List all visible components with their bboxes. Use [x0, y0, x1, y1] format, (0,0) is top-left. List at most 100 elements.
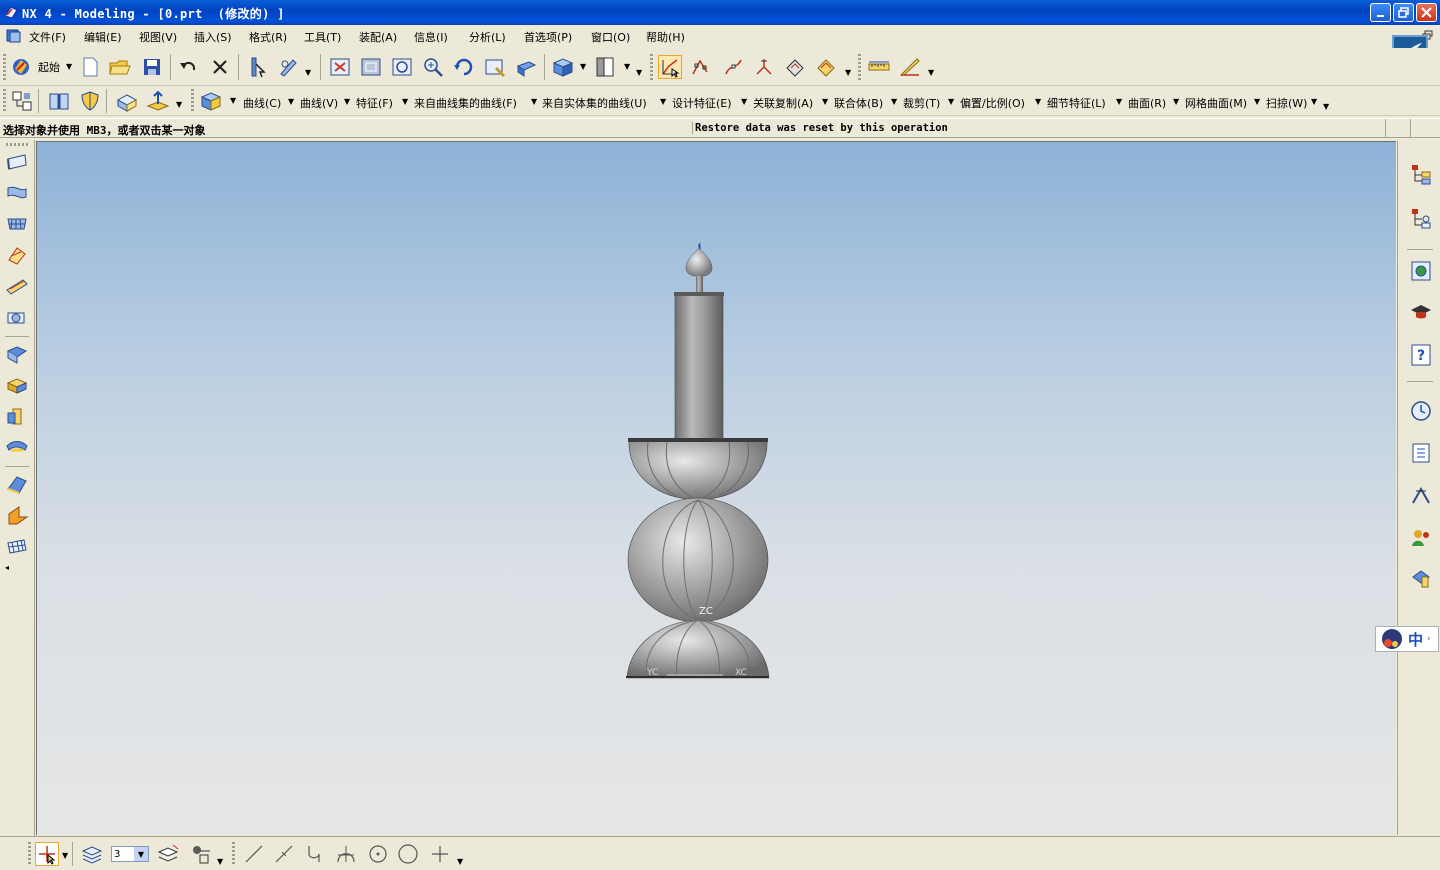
offset-face-button[interactable]: [5, 503, 29, 527]
blend-button[interactable]: [5, 472, 29, 496]
revolve-button[interactable]: [5, 181, 29, 205]
training-tab[interactable]: [1410, 301, 1432, 325]
delete-button[interactable]: [208, 55, 232, 79]
wcs-button[interactable]: [35, 842, 59, 866]
arc-button[interactable]: [303, 842, 327, 866]
measure-distance-button[interactable]: [867, 55, 891, 79]
menu-detail-feature[interactable]: 细节特征(L): [1047, 95, 1106, 111]
restore-button[interactable]: [1393, 3, 1414, 22]
save-button[interactable]: [140, 55, 164, 79]
assembly-navigator-tab[interactable]: [1410, 163, 1432, 187]
more-tools-arrow[interactable]: ◂: [5, 563, 9, 572]
menu-information[interactable]: 信息(I): [414, 29, 448, 45]
fit-button[interactable]: [328, 55, 352, 79]
layer-settings-button[interactable]: [80, 842, 104, 866]
point-to-point-line-button[interactable]: [272, 842, 296, 866]
part-navigator-tab[interactable]: [1410, 207, 1432, 231]
pattern-button[interactable]: [5, 342, 29, 366]
select-vertices-button[interactable]: [752, 55, 776, 79]
roles-tab[interactable]: [1410, 525, 1432, 549]
line-button[interactable]: [242, 842, 266, 866]
work-layer-select[interactable]: 3 ▼: [111, 846, 149, 862]
snap-point-button[interactable]: [189, 842, 213, 866]
menu-sweep[interactable]: 扫掠(W): [1266, 95, 1307, 111]
menu-offset-scale[interactable]: 偏置/比例(O): [960, 95, 1025, 111]
menu-trim[interactable]: 裁剪(T): [903, 95, 940, 111]
graphics-window[interactable]: ZC YC XC: [36, 141, 1396, 835]
undo-button[interactable]: [176, 55, 200, 79]
rotate-button[interactable]: [452, 55, 476, 79]
menu-view[interactable]: 视图(V): [139, 29, 177, 45]
book-button[interactable]: [47, 89, 71, 113]
menu-tools[interactable]: 工具(T): [304, 29, 341, 45]
menu-help[interactable]: 帮助(H): [646, 29, 685, 45]
feature-menu-button[interactable]: [199, 89, 223, 113]
zoom-button[interactable]: [390, 55, 414, 79]
menu-window[interactable]: 窗口(O): [591, 29, 630, 45]
manufacturing-tab[interactable]: [1410, 567, 1432, 591]
menu-curve-from-bodies[interactable]: 来自实体集的曲线(U): [542, 95, 647, 111]
menu-preferences[interactable]: 首选项(P): [524, 29, 572, 45]
menu-analysis[interactable]: 分析(L): [469, 29, 506, 45]
menu-mesh-surface[interactable]: 网格曲面(M): [1185, 95, 1247, 111]
minimize-button[interactable]: [1370, 3, 1391, 22]
assembly-button[interactable]: [10, 89, 34, 113]
ime-indicator[interactable]: 中 ›: [1375, 626, 1439, 652]
cylinder-button[interactable]: [5, 404, 29, 428]
sketch-button[interactable]: [115, 89, 139, 113]
chamfer-button[interactable]: [5, 274, 29, 298]
view-layout-button[interactable]: [594, 55, 618, 79]
pan-button[interactable]: [483, 55, 507, 79]
select-curves-button[interactable]: [689, 55, 713, 79]
menu-curve-from-curves[interactable]: 来自曲线集的曲线(F): [414, 95, 517, 111]
start-label[interactable]: 起始: [38, 59, 60, 75]
menu-curve-c[interactable]: 曲线(C): [243, 95, 281, 111]
menu-format[interactable]: 格式(R): [249, 29, 287, 45]
menu-edit[interactable]: 编辑(E): [84, 29, 122, 45]
select-points-button[interactable]: [721, 55, 745, 79]
section-button[interactable]: [5, 305, 29, 329]
select-bodies-button[interactable]: [814, 55, 838, 79]
ime-mode-label[interactable]: 中: [1408, 629, 1423, 650]
open-button[interactable]: [108, 55, 132, 79]
mesh-button[interactable]: [5, 534, 29, 558]
object-info-button[interactable]: [244, 55, 268, 79]
menu-assemblies[interactable]: 装配(A): [359, 29, 397, 45]
new-button[interactable]: [78, 55, 102, 79]
close-button[interactable]: [1416, 3, 1437, 22]
system-materials-tab[interactable]: [1410, 441, 1432, 465]
select-faces-button[interactable]: [783, 55, 807, 79]
extrude-button[interactable]: [5, 150, 29, 174]
menu-file[interactable]: 文件(F): [29, 29, 66, 45]
orient-view-button[interactable]: [514, 55, 538, 79]
shield-button[interactable]: [78, 89, 102, 113]
move-to-layer-button[interactable]: [157, 842, 181, 866]
arc-center-button[interactable]: [334, 842, 358, 866]
web-browser-tab[interactable]: [1410, 259, 1432, 283]
hole-button[interactable]: [5, 435, 29, 459]
process-studio-tab[interactable]: [1410, 483, 1432, 507]
zoom-window-button[interactable]: [359, 55, 383, 79]
zoom-in-out-button[interactable]: [421, 55, 445, 79]
point-button[interactable]: [428, 842, 452, 866]
menu-feature[interactable]: 特征(F): [356, 95, 393, 111]
history-tab[interactable]: [1410, 399, 1432, 423]
block-button[interactable]: [5, 373, 29, 397]
measure-angle-button[interactable]: [898, 55, 922, 79]
datum-plane-button[interactable]: [146, 89, 170, 113]
menu-surface[interactable]: 曲面(R): [1128, 95, 1166, 111]
menu-curve-v[interactable]: 曲线(V): [300, 95, 338, 111]
edit-object-button[interactable]: [276, 55, 300, 79]
sweep-button[interactable]: [5, 212, 29, 236]
select-features-button[interactable]: [658, 55, 682, 79]
title-bar[interactable]: NX 4 - Modeling - [0.prt (修改的) ]: [0, 0, 1440, 25]
menu-insert[interactable]: 插入(S): [194, 29, 232, 45]
menu-design-feature[interactable]: 设计特征(E): [672, 95, 732, 111]
circle-center-button[interactable]: [366, 842, 390, 866]
circle-button[interactable]: [396, 842, 420, 866]
start-button[interactable]: [9, 55, 33, 79]
menu-associative-copy[interactable]: 关联复制(A): [753, 95, 813, 111]
rendering-style-button[interactable]: [551, 55, 575, 79]
help-tab[interactable]: ?: [1410, 343, 1432, 367]
rotate-feature-button[interactable]: [5, 243, 29, 267]
